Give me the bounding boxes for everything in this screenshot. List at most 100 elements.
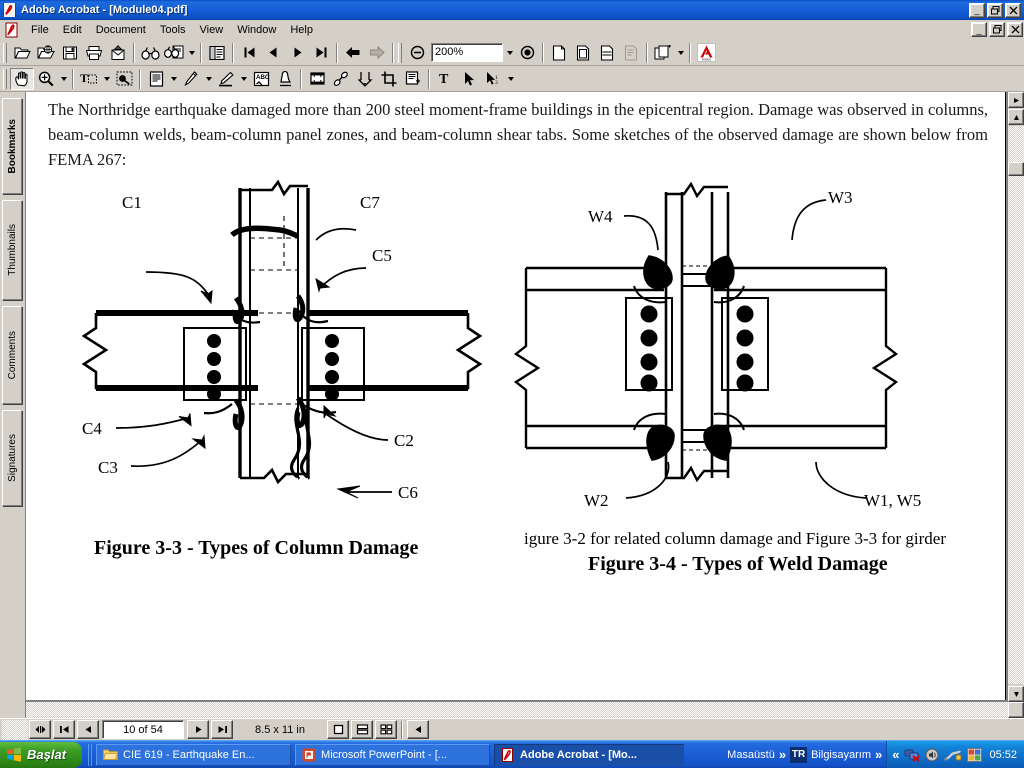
restore-button-app[interactable] xyxy=(987,2,1003,18)
fit-page-icon[interactable] xyxy=(571,42,595,64)
go-forward-icon[interactable] xyxy=(365,42,389,64)
vertical-scroll-track[interactable] xyxy=(1008,126,1024,684)
scroll-down-button[interactable] xyxy=(1008,686,1024,702)
minimize-button-app[interactable]: _ xyxy=(969,2,985,18)
menu-document[interactable]: Document xyxy=(89,22,153,38)
menu-edit[interactable]: Edit xyxy=(56,22,89,38)
deskband-desktop[interactable]: Masaüstü » xyxy=(723,747,790,762)
system-clock[interactable]: 05:52 xyxy=(989,749,1017,761)
menu-tools[interactable]: Tools xyxy=(153,22,193,38)
zoom-out-icon[interactable] xyxy=(405,42,429,64)
previous-page-icon[interactable] xyxy=(261,42,285,64)
link-tool-icon[interactable] xyxy=(329,68,353,90)
article-tool-icon[interactable] xyxy=(353,68,377,90)
first-page-status-icon[interactable] xyxy=(53,720,75,739)
scroll-up-button[interactable] xyxy=(1008,109,1024,125)
spell-check-icon[interactable]: ABC xyxy=(249,68,273,90)
page-number-field[interactable]: 10 of 54 xyxy=(102,720,184,739)
continuous-facing-layout-icon[interactable] xyxy=(375,720,397,739)
close-button-document[interactable] xyxy=(1007,22,1023,37)
find-icon[interactable] xyxy=(138,42,162,64)
nav-tab-thumbnails[interactable]: Thumbnails xyxy=(2,200,22,300)
deskband-desktop-chevron-icon[interactable]: » xyxy=(779,747,786,762)
zoom-dropdown-caret-icon[interactable] xyxy=(504,42,515,64)
collapse-status-icon[interactable] xyxy=(407,720,429,739)
graphics-select-tool-icon[interactable] xyxy=(112,68,136,90)
display-settings-tray-icon[interactable] xyxy=(967,747,983,762)
go-back-icon[interactable] xyxy=(341,42,365,64)
first-page-icon[interactable] xyxy=(237,42,261,64)
form-tool-icon[interactable] xyxy=(401,68,425,90)
movie-tool-icon[interactable] xyxy=(305,68,329,90)
continuous-layout-icon[interactable] xyxy=(351,720,373,739)
digital-signature-tool-icon[interactable]: 13 xyxy=(481,68,505,90)
usb-device-tray-icon[interactable] xyxy=(944,748,962,762)
email-icon[interactable] xyxy=(106,42,130,64)
pointer-tool-icon[interactable] xyxy=(457,68,481,90)
last-page-status-icon[interactable] xyxy=(211,720,233,739)
print-icon[interactable] xyxy=(82,42,106,64)
nav-tab-signatures[interactable]: Signatures xyxy=(2,410,22,506)
volume-tray-icon[interactable] xyxy=(925,748,939,762)
adobe-logo-icon[interactable]: Adobe xyxy=(694,42,718,64)
next-page-status-icon[interactable] xyxy=(187,720,209,739)
tray-expand-chevron-icon[interactable]: « xyxy=(892,747,899,762)
fit-width-icon[interactable] xyxy=(595,42,619,64)
note-tool-icon[interactable] xyxy=(144,68,168,90)
menu-help[interactable]: Help xyxy=(283,22,320,38)
open-file-icon[interactable] xyxy=(10,42,34,64)
minimize-button-document[interactable]: _ xyxy=(971,22,987,37)
text-select-tool-icon[interactable]: T xyxy=(77,68,101,90)
horizontal-scrollbar[interactable] xyxy=(26,702,1008,718)
pencil-tool-icon[interactable] xyxy=(179,68,203,90)
save-icon[interactable] xyxy=(58,42,82,64)
nav-tab-bookmarks[interactable]: Bookmarks xyxy=(2,98,22,194)
scroll-split-button[interactable] xyxy=(1008,92,1024,108)
acrobat-online-caret-icon[interactable] xyxy=(675,42,686,64)
network-disconnected-tray-icon[interactable] xyxy=(904,748,921,762)
digital-signature-caret-icon[interactable] xyxy=(505,68,516,90)
zoom-tool-icon[interactable] xyxy=(34,68,58,90)
nav-tab-comments[interactable]: Comments xyxy=(2,306,22,404)
reflow-icon[interactable] xyxy=(619,42,643,64)
stamp-tool-icon[interactable] xyxy=(273,68,297,90)
text-select-caret-icon[interactable] xyxy=(101,68,112,90)
search-index-icon[interactable] xyxy=(162,42,186,64)
crop-tool-icon[interactable] xyxy=(377,68,401,90)
deskband-my-computer-chevron-icon[interactable]: » xyxy=(875,747,882,762)
menu-window[interactable]: Window xyxy=(230,22,283,38)
zoom-in-icon[interactable] xyxy=(515,42,539,64)
last-page-icon[interactable] xyxy=(309,42,333,64)
zoom-level-input[interactable]: 200% xyxy=(431,43,503,62)
actual-size-icon[interactable] xyxy=(547,42,571,64)
page-view[interactable]: The Northridge earthquake damaged more t… xyxy=(26,92,1024,718)
note-tool-caret-icon[interactable] xyxy=(168,68,179,90)
acrobat-online-icon[interactable] xyxy=(651,42,675,64)
toolbar-grip-tools[interactable] xyxy=(3,68,7,89)
taskbar-item-powerpoint[interactable]: Microsoft PowerPoint - [... xyxy=(295,743,491,766)
taskbar-item-explorer[interactable]: CIE 619 - Earthquake En... xyxy=(96,743,292,766)
vertical-scrollbar[interactable] xyxy=(1008,92,1024,718)
menu-file[interactable]: File xyxy=(24,22,56,38)
next-page-icon[interactable] xyxy=(285,42,309,64)
zoom-tool-caret-icon[interactable] xyxy=(58,68,69,90)
deskband-my-computer[interactable]: Bilgisayarım » xyxy=(807,747,886,762)
toolbar-grip-zoom[interactable] xyxy=(398,42,402,63)
previous-page-status-icon[interactable] xyxy=(77,720,99,739)
single-page-layout-icon[interactable] xyxy=(327,720,349,739)
page-navigation-toggle-icon[interactable] xyxy=(29,720,51,739)
restore-button-document[interactable] xyxy=(989,22,1005,37)
taskbar-grip[interactable] xyxy=(88,743,95,766)
toolbar-grip-file[interactable] xyxy=(3,42,7,63)
taskbar-item-acrobat[interactable]: Adobe Acrobat - [Mo... xyxy=(494,743,685,766)
close-button-app[interactable] xyxy=(1005,2,1021,18)
highlight-tool-icon[interactable] xyxy=(214,68,238,90)
start-button[interactable]: Başlat xyxy=(0,741,83,768)
search-dropdown-caret-icon[interactable] xyxy=(186,42,197,64)
vertical-scroll-thumb[interactable] xyxy=(1008,162,1024,176)
hand-tool-icon[interactable] xyxy=(10,67,34,90)
language-indicator[interactable]: TR xyxy=(790,746,808,763)
show-hide-navigation-pane-icon[interactable] xyxy=(205,42,229,64)
highlight-tool-caret-icon[interactable] xyxy=(238,68,249,90)
menu-view[interactable]: View xyxy=(193,22,231,38)
